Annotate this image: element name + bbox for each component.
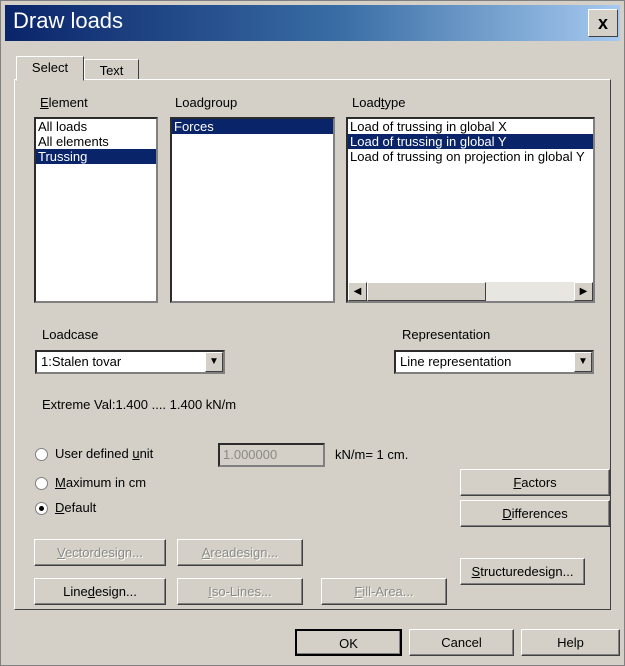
radio-dot [39, 506, 44, 511]
vectordesign-button[interactable]: Vectordesign... [34, 539, 166, 566]
window-title: Draw loads [13, 8, 124, 33]
list-item[interactable]: All loads [36, 119, 156, 134]
radio-icon[interactable] [35, 502, 48, 515]
tab-panel-select: Element All loads All elements Trussing … [14, 79, 611, 610]
loadcase-label: Loadcase [42, 327, 99, 342]
loadtype-listbox[interactable]: Load of trussing in global X Load of tru… [346, 117, 595, 303]
scroll-thumb[interactable] [367, 282, 486, 301]
help-button[interactable]: Help [521, 629, 620, 656]
representation-value: Line representation [400, 354, 512, 369]
list-item[interactable]: All elements [36, 134, 156, 149]
representation-label: Representation [402, 327, 491, 342]
cancel-button[interactable]: Cancel [409, 629, 514, 656]
title-bar: Draw loads x [5, 5, 620, 41]
linedesign-button[interactable]: Linedesign... [34, 578, 166, 605]
list-item[interactable]: Trussing [36, 149, 156, 164]
list-item[interactable]: Forces [172, 119, 333, 134]
representation-dropdown[interactable]: Line representation ▼ [394, 350, 594, 374]
loadgroup-listbox[interactable]: Forces [170, 117, 335, 303]
radio-label: User defined unit [55, 446, 154, 461]
element-listbox[interactable]: All loads All elements Trussing [34, 117, 158, 303]
horizontal-scrollbar[interactable]: ◀ ▶ [348, 282, 593, 301]
differences-button[interactable]: Differences [460, 500, 610, 527]
chevron-down-icon[interactable]: ▼ [205, 352, 223, 372]
loadgroup-label: Loadgroup [175, 95, 238, 110]
loadcase-dropdown[interactable]: 1:Stalen tovar ▼ [35, 350, 225, 374]
list-item[interactable]: Load of trussing in global X [348, 119, 593, 134]
extreme-value-text: Extreme Val:1.400 .... 1.400 kN/m [42, 397, 237, 412]
list-item[interactable]: Load of trussing in global Y [348, 134, 593, 149]
areadesign-button[interactable]: Areadesign... [177, 539, 303, 566]
list-item[interactable]: Load of trussing on projection in global… [348, 149, 593, 164]
close-icon: x [597, 13, 608, 33]
factors-button[interactable]: Factors [460, 469, 610, 496]
fillarea-button[interactable]: Fill-Area... [321, 578, 447, 605]
tab-select[interactable]: Select [16, 56, 84, 81]
draw-loads-dialog: Draw loads x Select Text Element All loa… [0, 0, 625, 666]
loadtype-label: Loadtype [352, 95, 406, 110]
radio-label: Maximum in cm [55, 475, 147, 490]
loadcase-value: 1:Stalen tovar [41, 354, 122, 369]
left-arrow-icon[interactable]: ◀ [348, 282, 367, 301]
unit-suffix: kN/m= 1 cm. [335, 447, 409, 462]
radio-icon[interactable] [35, 448, 48, 461]
structuredesign-button[interactable]: Structuredesign... [460, 558, 585, 585]
right-arrow-icon[interactable]: ▶ [574, 282, 593, 301]
isolines-button[interactable]: Iso-Lines... [177, 578, 303, 605]
tab-text[interactable]: Text [84, 59, 139, 80]
radio-icon[interactable] [35, 477, 48, 490]
close-button[interactable]: x [588, 9, 618, 37]
radio-label: Default [55, 500, 97, 515]
ok-button[interactable]: OK [295, 629, 402, 656]
unit-value-field[interactable]: 1.000000 [218, 443, 325, 467]
chevron-down-icon[interactable]: ▼ [574, 352, 592, 372]
element-label: Element [40, 95, 88, 110]
